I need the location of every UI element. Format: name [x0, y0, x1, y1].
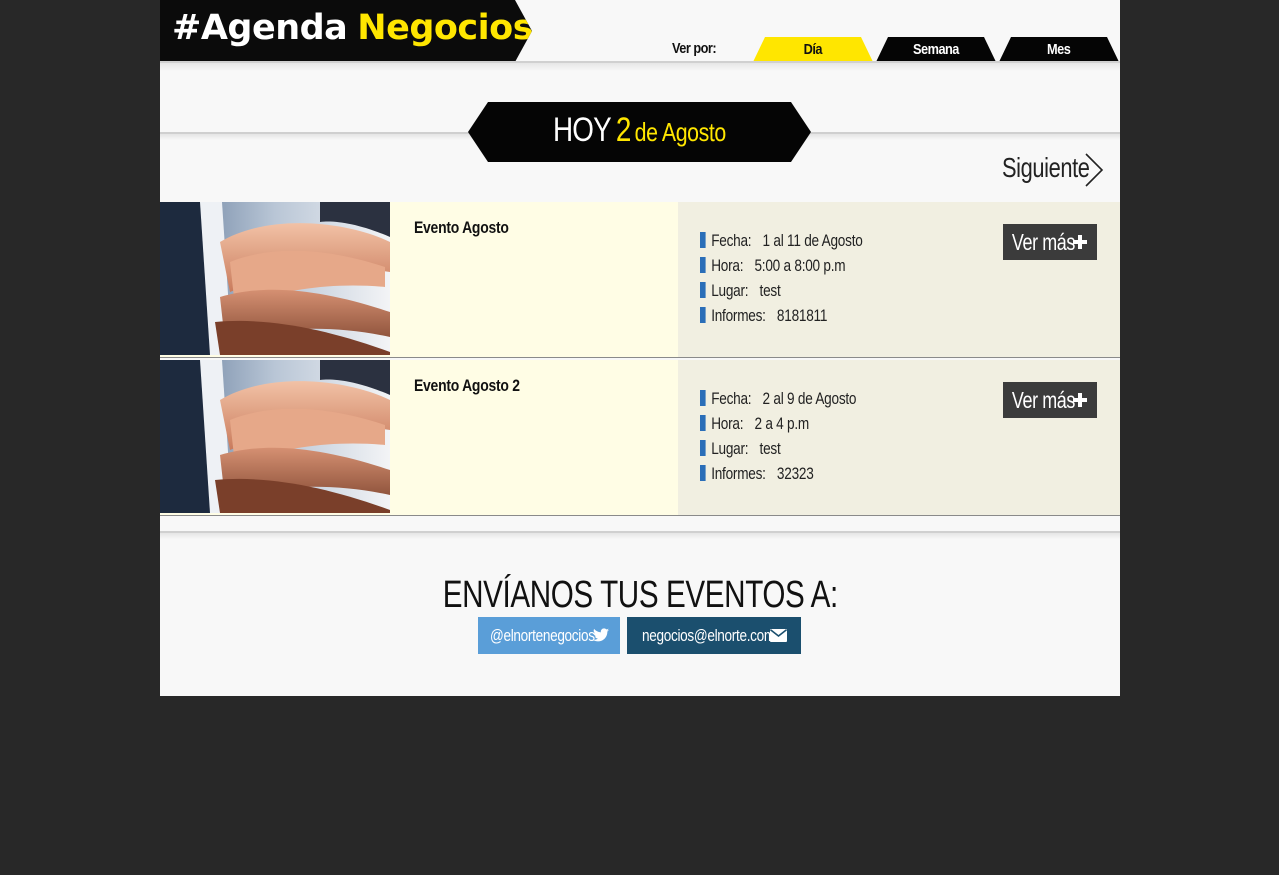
twitter-icon	[593, 628, 609, 642]
event-place-row: Lugar: test	[700, 439, 781, 459]
logo-text-agenda: #Agenda	[172, 8, 348, 48]
info-value: 8181811	[776, 306, 828, 325]
next-label: Siguiente	[1002, 152, 1090, 183]
plus-icon	[1073, 235, 1087, 249]
detail-bullet	[700, 415, 706, 431]
detail-bullet	[700, 282, 706, 298]
event-info-row: Informes: 32323	[700, 464, 814, 484]
header-shadow	[160, 63, 1120, 71]
place-label: Lugar:	[711, 439, 749, 458]
info-label: Informes:	[711, 464, 766, 483]
tab-mes[interactable]: Mes	[999, 37, 1119, 62]
detail-bullet	[700, 232, 706, 248]
twitter-button[interactable]: @elnortenegocios	[478, 617, 620, 654]
detail-bullet	[700, 440, 706, 456]
handshake-photo	[160, 360, 390, 513]
footer-divider-shadow	[160, 533, 1120, 539]
event-time-row: Hora: 2 a 4 p.m	[700, 414, 809, 434]
place-value: test	[759, 281, 781, 300]
place-label: Lugar:	[711, 281, 749, 300]
tab-dia-label: Día	[803, 41, 823, 58]
time-label: Hora:	[711, 414, 744, 433]
see-more-label: Ver más	[1011, 387, 1075, 413]
event-place-row: Lugar: test	[700, 281, 781, 301]
detail-bullet	[700, 465, 706, 481]
today-label: HOY	[553, 111, 612, 149]
event-card: Evento Agosto Fecha: 1 al 11 de Agosto Ho…	[160, 202, 1120, 358]
date-value: 1 al 11 de Agosto	[762, 231, 863, 250]
date-banner: HOY 2 de Agosto	[468, 102, 811, 162]
email-address: negocios@elnorte.com	[642, 626, 775, 645]
event-image[interactable]	[160, 360, 390, 513]
detail-bullet	[700, 257, 706, 273]
date-label: Fecha:	[711, 389, 752, 408]
logo-text-negocios: Negocios	[357, 8, 534, 48]
see-more-button[interactable]: Ver más	[1003, 382, 1097, 418]
header: #Agenda Negocios Ver por: Día Semana Mes	[160, 0, 1120, 62]
tab-semana[interactable]: Semana	[876, 37, 996, 62]
event-time-row: Hora: 5:00 a 8:00 p.m	[700, 256, 846, 276]
see-more-button[interactable]: Ver más	[1003, 224, 1097, 260]
view-by-label: Ver por:	[672, 40, 717, 57]
tab-mes-label: Mes	[1047, 41, 1071, 58]
time-value: 5:00 a 8:00 p.m	[754, 256, 846, 275]
handshake-photo	[160, 202, 390, 355]
info-label: Informes:	[711, 306, 766, 325]
date-month: de Agosto	[634, 117, 727, 147]
event-title[interactable]: Evento Agosto 2	[414, 376, 520, 396]
time-value: 2 a 4 p.m	[754, 414, 810, 433]
email-button[interactable]: negocios@elnorte.com	[627, 617, 801, 654]
send-events-heading-text: ENVÍANOS TUS EVENTOS A:	[442, 574, 838, 616]
site-logo[interactable]: #Agenda Negocios	[160, 0, 532, 62]
event-details: Fecha: 2 al 9 de Agosto Hora: 2 a 4 p.m Lu…	[678, 360, 1120, 515]
place-value: test	[759, 439, 781, 458]
see-more-label: Ver más	[1011, 229, 1075, 255]
envelope-icon	[770, 629, 787, 642]
event-details: Fecha: 1 al 11 de Agosto Hora: 5:00 a 8:00…	[678, 202, 1120, 357]
plus-icon	[1073, 393, 1087, 407]
event-date-row: Fecha: 2 al 9 de Agosto	[700, 389, 856, 409]
detail-bullet	[700, 307, 706, 323]
event-title[interactable]: Evento Agosto	[414, 218, 509, 238]
date-label: Fecha:	[711, 231, 752, 250]
detail-bullet	[700, 390, 706, 406]
send-events-heading: ENVÍANOS TUS EVENTOS A:	[160, 572, 1120, 618]
event-info-row: Informes: 8181811	[700, 306, 827, 326]
next-day-link[interactable]: Siguiente	[1002, 150, 1107, 190]
event-image[interactable]	[160, 202, 390, 355]
twitter-handle: @elnortenegocios	[490, 626, 595, 645]
event-date-row: Fecha: 1 al 11 de Agosto	[700, 231, 863, 251]
page: #Agenda Negocios Ver por: Día Semana Mes …	[160, 0, 1120, 696]
chevron-right-icon	[1085, 153, 1104, 187]
info-value: 32323	[776, 464, 814, 483]
event-card: Evento Agosto 2 Fecha: 2 al 9 de Agosto H…	[160, 360, 1120, 516]
date-day: 2	[615, 111, 632, 149]
tab-semana-label: Semana	[913, 41, 959, 58]
time-label: Hora:	[711, 256, 744, 275]
date-value: 2 al 9 de Agosto	[762, 389, 857, 408]
tab-dia[interactable]: Día	[753, 37, 873, 62]
